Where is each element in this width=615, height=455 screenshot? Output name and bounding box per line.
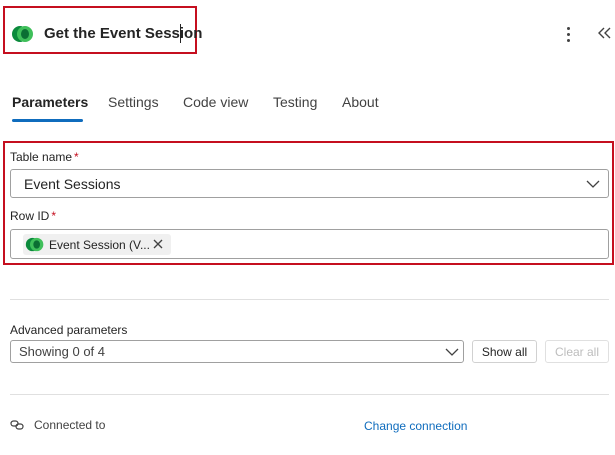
close-icon[interactable] <box>151 237 165 251</box>
show-all-button[interactable]: Show all <box>472 340 537 363</box>
row-id-token[interactable]: Event Session (V... <box>23 234 171 255</box>
connection-icon <box>10 420 24 430</box>
action-title[interactable]: Get the Event Session <box>44 25 202 42</box>
tab-settings[interactable]: Settings <box>108 94 159 110</box>
more-options-button[interactable] <box>559 24 577 44</box>
chevron-down-icon <box>586 180 600 188</box>
active-tab-indicator <box>12 119 83 122</box>
advanced-parameters-dropdown[interactable]: Showing 0 of 4 <box>10 340 464 363</box>
dataverse-logo-icon <box>12 26 33 42</box>
tab-about[interactable]: About <box>342 94 379 110</box>
chevron-down-icon <box>445 348 459 356</box>
tab-code-view[interactable]: Code view <box>183 94 248 110</box>
connected-to-label: Connected to <box>34 418 106 432</box>
text-cursor <box>180 24 181 43</box>
advanced-parameters-value: Showing 0 of 4 <box>19 344 106 359</box>
required-marker: * <box>74 150 79 164</box>
table-name-dropdown[interactable]: Event Sessions <box>10 169 609 198</box>
row-id-label: Row ID * <box>10 209 57 223</box>
dataverse-logo-icon <box>25 237 44 252</box>
table-name-label: Table name * <box>10 150 79 164</box>
divider <box>10 394 609 395</box>
tab-parameters[interactable]: Parameters <box>12 94 88 110</box>
change-connection-link[interactable]: Change connection <box>364 419 467 433</box>
token-label: Event Session (V... <box>49 237 150 252</box>
required-marker: * <box>51 209 57 223</box>
tab-testing[interactable]: Testing <box>273 94 317 110</box>
advanced-parameters-label: Advanced parameters <box>10 323 128 337</box>
divider <box>10 299 609 300</box>
clear-all-button[interactable]: Clear all <box>545 340 609 363</box>
double-chevron-left-icon[interactable] <box>595 23 613 43</box>
table-name-value: Event Sessions <box>24 176 121 192</box>
more-vertical-icon <box>566 26 570 30</box>
